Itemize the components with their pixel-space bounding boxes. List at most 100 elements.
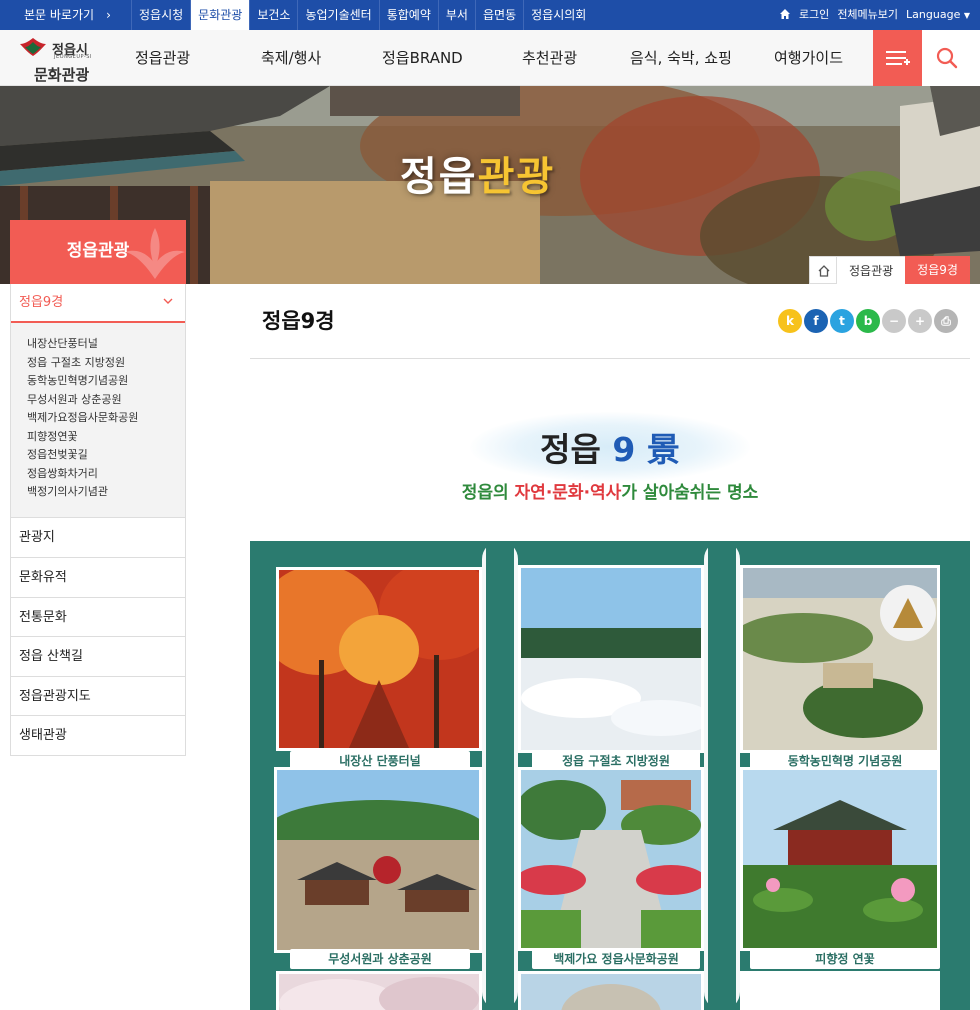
spot-photo-jeongeupsa[interactable] [518,767,704,951]
pihyangjeong-lotus-image [743,770,937,948]
site-link-council[interactable]: 정읍시의회 [523,0,593,30]
submenu-item[interactable]: 정읍천벚꽃길 [27,446,185,465]
gnb-item-brand[interactable]: 정읍BRAND [382,30,463,86]
facebook-icon[interactable]: f [804,309,828,333]
skip-to-content-link[interactable]: 본문 바로가기 › [0,0,130,30]
submenu-item[interactable]: 무성서원과 상춘공원 [27,391,185,410]
breadcrumb-home[interactable] [809,256,837,284]
spot-photo-gujeolcho[interactable] [518,565,704,753]
hero-title: 정읍관광 [400,144,555,202]
gnb-item-tourism[interactable]: 정읍관광 [135,30,190,86]
all-menu-link[interactable]: 전체메뉴보기 [837,0,898,30]
sidebar-item-eco[interactable]: 생태관광 [11,715,185,755]
submenu-item[interactable]: 정읍쌍화차거리 [27,465,185,484]
print-icon[interactable]: ⎙ [934,309,958,333]
zoom-out-icon[interactable]: − [882,309,906,333]
sidebar-item-map[interactable]: 정읍관광지도 [11,675,185,716]
skip-label: 본문 바로가기 [24,8,95,22]
family-sites-nav: 정읍시청 문화관광 보건소 농업기술센터 통합예약 부서 읍면동 정읍시의회 [131,0,593,30]
submenu-item[interactable]: 백제가요정읍사문화공원 [27,409,185,428]
twitter-icon[interactable]: t [830,309,854,333]
home-icon[interactable] [779,0,791,30]
museong-seowon-image [277,770,479,950]
language-label: Language [906,8,961,21]
city-emblem-icon [20,38,46,56]
poster-title-number: 9 [612,430,636,469]
spot-photo-museong[interactable] [274,767,482,953]
jeongeupsa-park-image [521,770,701,948]
ssanghwacha-street-image [521,974,701,1010]
band-icon[interactable]: b [856,309,880,333]
poster-subtitle-highlight: 자연·문화·역사 [514,483,622,503]
submenu-item[interactable]: 내장산단풍터널 [27,335,185,354]
donghak-park-image [743,568,937,750]
poster-title-part-1: 정읍 [540,430,601,469]
site-link-departments[interactable]: 부서 [437,0,475,30]
hero-title-part-2: 관광 [477,154,556,200]
submenu-item[interactable]: 정읍 구절초 지방정원 [27,354,185,373]
spot-photo-ssanghwacha[interactable] [518,971,704,1010]
spot-photo-ninth[interactable] [740,971,940,1010]
logo-city-name-en: JEONGEUP-SI [54,54,92,60]
poster-subtitle-part-2: 가 살아숨쉬는 명소 [621,483,759,503]
gnb-item-festival[interactable]: 축제/행사 [261,30,321,86]
home-outline-icon [818,265,830,277]
title-divider [250,358,970,359]
spot-photo-cherry-blossom[interactable] [276,971,482,1010]
scenic-spots-board: 내장산 단풍터널 정읍 구절초 지방정원 동학농민혁명 기념공원 무성서원과 상… [250,541,970,1010]
site-link-city-hall[interactable]: 정읍시청 [131,0,190,30]
gnb-item-travel-guide[interactable]: 여행가이드 [774,30,843,86]
language-select[interactable]: Language ▼ [906,0,970,30]
poster-title: 정읍 9 景 [250,423,970,471]
poster-title-part-2: 景 [646,430,680,469]
chevron-down-icon [163,298,173,304]
main-navigation: 정읍시 JEONGEUP-SI 문화관광 정읍관광 축제/행사 정읍BRAND … [0,30,980,86]
site-link-reservation[interactable]: 통합예약 [378,0,438,30]
breadcrumb-level-1[interactable]: 정읍관광 [837,256,906,284]
sidebar-item-current[interactable]: 정읍9경 [11,284,185,323]
sidebar-item-trails[interactable]: 정읍 산책길 [11,636,185,676]
top-utility-bar: 본문 바로가기 › 정읍시청 문화관광 보건소 농업기술센터 통합예약 부서 읍면… [0,0,980,30]
breadcrumb: 정읍관광 정읍9경 [809,256,970,284]
sidebar-item-attractions[interactable]: 관광지 [11,518,185,558]
site-link-towns[interactable]: 읍면동 [474,0,523,30]
submenu-item[interactable]: 백정기의사기념관 [27,483,185,502]
login-link[interactable]: 로그인 [799,0,829,30]
site-logo[interactable]: 정읍시 JEONGEUP-SI 문화관광 [14,34,104,84]
spot-photo-naejangsan[interactable] [276,567,482,751]
spot-caption: 무성서원과 상춘공원 [290,949,470,969]
sidebar-item-heritage[interactable]: 문화유적 [11,557,185,597]
all-menu-button[interactable] [873,30,922,86]
site-link-agri-center[interactable]: 농업기술센터 [297,0,378,30]
gnb-item-food-stay-shop[interactable]: 음식, 숙박, 쇼핑 [630,30,732,86]
flower-decoration-icon [125,228,185,279]
sidebar-submenu: 내장산단풍터널 정읍 구절초 지방정원 동학농민혁명기념공원 무성서원과 상춘공… [11,323,185,518]
poster-subtitle-part-1: 정읍의 [461,483,515,503]
submenu-item[interactable]: 피향정연꽃 [27,428,185,447]
sidebar-heading: 정읍관광 [10,220,186,284]
spot-photo-donghak[interactable] [740,565,940,753]
breadcrumb-current[interactable]: 정읍9경 [905,256,970,284]
logo-site-name: 문화관광 [34,66,90,84]
sidebar-current-label: 정읍9경 [19,295,64,310]
site-link-health-center[interactable]: 보건소 [249,0,297,30]
gnb-item-recommend[interactable]: 추천관광 [522,30,577,86]
hero-title-part-1: 정읍 [400,154,478,200]
sidebar-item-tradition[interactable]: 전통문화 [11,596,185,637]
page-title: 정읍9경 [262,309,335,333]
site-link-culture-tourism[interactable]: 문화관광 [190,0,250,30]
chevron-right-icon: › [106,8,111,22]
cherry-blossom-image [279,974,479,1010]
search-icon [936,47,958,69]
share-toolbar: k f t b − + ⎙ [778,309,958,333]
chevron-down-icon: ▼ [963,11,970,20]
sidebar-heading-label: 정읍관광 [66,241,130,261]
submenu-item[interactable]: 동학농민혁명기념공원 [27,372,185,391]
search-button[interactable] [922,30,980,86]
poster-subtitle: 정읍의 자연·문화·역사가 살아숨쉬는 명소 [250,478,970,503]
kakaostory-icon[interactable]: k [778,309,802,333]
zoom-in-icon[interactable]: + [908,309,932,333]
spot-photo-pihyangjeong[interactable] [740,767,940,951]
spot-caption: 피향정 연꽃 [750,949,940,969]
gujeolcho-garden-image [521,568,701,750]
